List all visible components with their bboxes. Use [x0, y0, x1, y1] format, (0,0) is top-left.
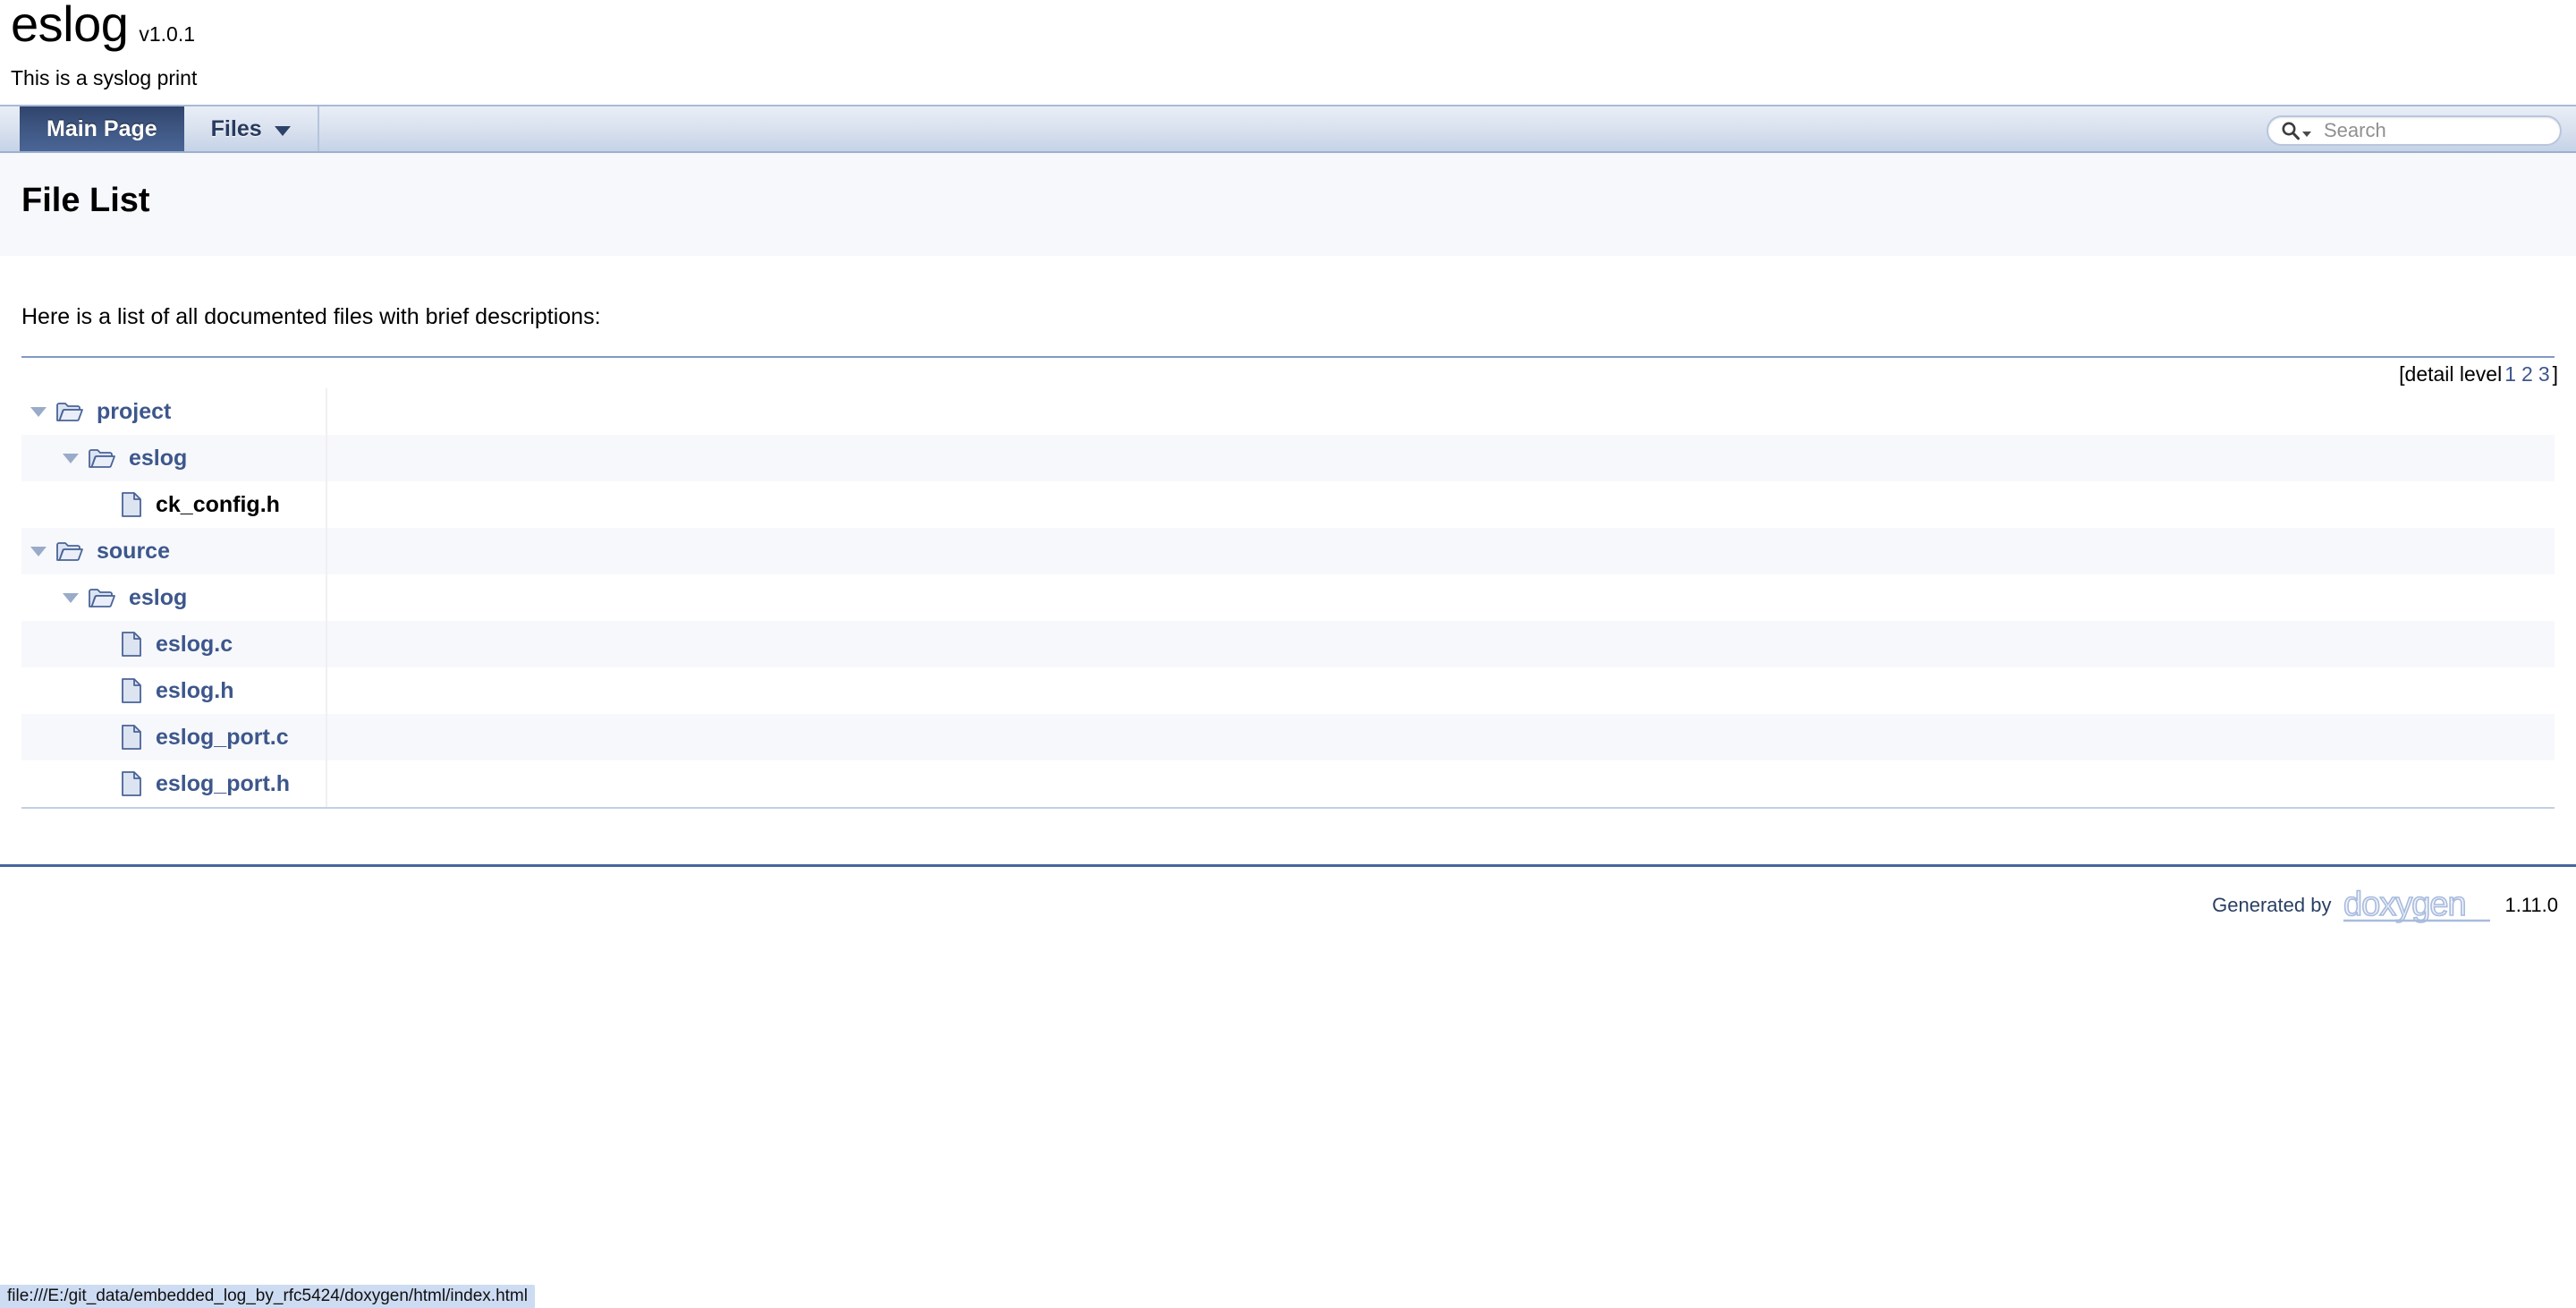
tree-entry-cell: eslog_port.h	[21, 760, 327, 807]
tree-entry-cell: ck_config.h	[21, 481, 327, 528]
doxygen-version: 1.11.0	[2504, 894, 2558, 916]
detail-level-3[interactable]: 3	[2538, 362, 2550, 386]
table-bottom-rule	[21, 807, 2555, 809]
navigation-bar: Main Page Files	[0, 105, 2576, 153]
project-heading: eslog v1.0.1	[11, 0, 195, 51]
file-tree-table: project eslog ck_config.hsource eslog eslog.…	[21, 388, 2555, 807]
table-row[interactable]: source	[21, 528, 2555, 574]
doxygen-logo-icon[interactable]: doxygen	[2342, 887, 2494, 924]
page-header-band: File List	[0, 153, 2576, 256]
table-row[interactable]: eslog	[21, 435, 2555, 481]
search-box[interactable]	[2267, 115, 2562, 146]
doxygen-page: eslog v1.0.1 This is a syslog print Main…	[0, 0, 2576, 1308]
table-row[interactable]: eslog.h	[21, 667, 2555, 714]
tree-entry: eslog	[30, 586, 326, 609]
file-icon	[120, 677, 143, 704]
chevron-down-icon[interactable]	[274, 125, 291, 136]
tree-folder-label[interactable]: source	[97, 539, 170, 563]
tree-description-cell	[326, 574, 2555, 621]
tree-entry-cell: eslog	[21, 435, 327, 481]
tree-description-cell	[326, 528, 2555, 574]
status-bar-url: file:///E:/git_data/embedded_log_by_rfc5…	[0, 1285, 535, 1308]
tree-file-label[interactable]: eslog_port.c	[156, 726, 289, 749]
tab-files[interactable]: Files	[184, 106, 319, 151]
file-icon	[120, 491, 143, 518]
folder-open-icon	[55, 400, 84, 423]
detail-level-1[interactable]: 1	[2504, 362, 2516, 386]
table-row[interactable]: eslog.c	[21, 621, 2555, 667]
file-icon	[120, 770, 143, 797]
footer: Generated by doxygen 1.11.0	[0, 867, 2576, 930]
detail-level-2[interactable]: 2	[2521, 362, 2533, 386]
tree-file-label[interactable]: eslog.c	[156, 633, 233, 656]
tree-folder-label[interactable]: eslog	[129, 586, 187, 609]
expand-triangle-down-icon[interactable]	[63, 592, 79, 603]
tree-entry-cell: eslog.h	[21, 667, 327, 714]
tree-entry: source	[30, 539, 326, 563]
tree-entry-cell: eslog	[21, 574, 327, 621]
tree-folder-label[interactable]: eslog	[129, 446, 187, 470]
tree-entry: eslog_port.h	[30, 770, 326, 797]
svg-text:doxygen: doxygen	[2343, 887, 2466, 923]
tree-entry: ck_config.h	[30, 491, 326, 518]
page-title: File List	[21, 182, 150, 219]
tree-entry: eslog.c	[30, 631, 326, 658]
tree-entry-cell: project	[21, 388, 327, 435]
tree-entry: eslog	[30, 446, 326, 470]
file-icon	[120, 631, 143, 658]
table-row[interactable]: eslog	[21, 574, 2555, 621]
tree-entry: project	[30, 400, 326, 423]
tree-folder-label[interactable]: project	[97, 400, 171, 423]
tree-description-cell	[326, 435, 2555, 481]
table-row[interactable]: eslog_port.h	[21, 760, 2555, 807]
tree-entry-cell: eslog.c	[21, 621, 327, 667]
tree-description-cell	[326, 388, 2555, 435]
tab-label: Files	[210, 115, 262, 141]
tab-list: Main Page Files	[0, 106, 2576, 151]
tree-entry: eslog.h	[30, 677, 326, 704]
tree-file-label[interactable]: eslog_port.h	[156, 772, 290, 795]
folder-open-icon	[88, 586, 116, 609]
search-input[interactable]	[2324, 119, 2538, 142]
project-name: eslog	[11, 0, 129, 52]
table-row[interactable]: project	[21, 388, 2555, 435]
search-dropdown-caret-icon[interactable]	[2302, 132, 2311, 137]
header-title-wrap: File List	[21, 182, 150, 220]
table-row[interactable]: ck_config.h	[21, 481, 2555, 528]
tab-main-page[interactable]: Main Page	[20, 106, 184, 151]
project-brief: This is a syslog print	[11, 66, 198, 89]
table-row[interactable]: eslog_port.c	[21, 714, 2555, 760]
tree-entry: eslog_port.c	[30, 724, 326, 751]
tree-file-label: ck_config.h	[156, 491, 280, 517]
tree-entry-cell: eslog_port.c	[21, 714, 327, 760]
expand-triangle-down-icon[interactable]	[30, 406, 47, 417]
folder-open-icon	[55, 539, 84, 563]
folder-open-icon	[88, 446, 116, 470]
tree-description-cell	[326, 621, 2555, 667]
file-tree-body: project eslog ck_config.hsource eslog eslog.…	[21, 388, 2555, 807]
tree-description-cell	[326, 667, 2555, 714]
detail-level-control: [detail level 1 2 3]	[2399, 362, 2558, 386]
tree-description-cell	[326, 760, 2555, 807]
intro-text: Here is a list of all documented files w…	[21, 304, 601, 329]
tree-description-cell	[326, 481, 2555, 528]
file-icon	[120, 724, 143, 751]
expand-triangle-down-icon[interactable]	[30, 546, 47, 556]
tree-entry-cell: source	[21, 528, 327, 574]
title-area: eslog v1.0.1 This is a syslog print	[0, 0, 2576, 106]
detail-level-prefix: [detail level	[2399, 362, 2503, 386]
detail-level-suffix: ]	[2552, 362, 2558, 386]
table-top-rule	[21, 356, 2555, 358]
expand-triangle-down-icon[interactable]	[63, 453, 79, 463]
project-version: v1.0.1	[139, 22, 196, 46]
tree-description-cell	[326, 714, 2555, 760]
tab-label: Main Page	[47, 115, 157, 141]
tree-file-label[interactable]: eslog.h	[156, 679, 234, 702]
generated-by-label: Generated by	[2212, 894, 2332, 916]
generated-by: Generated by doxygen 1.11.0	[2212, 887, 2558, 924]
search-icon[interactable]	[2281, 121, 2311, 140]
